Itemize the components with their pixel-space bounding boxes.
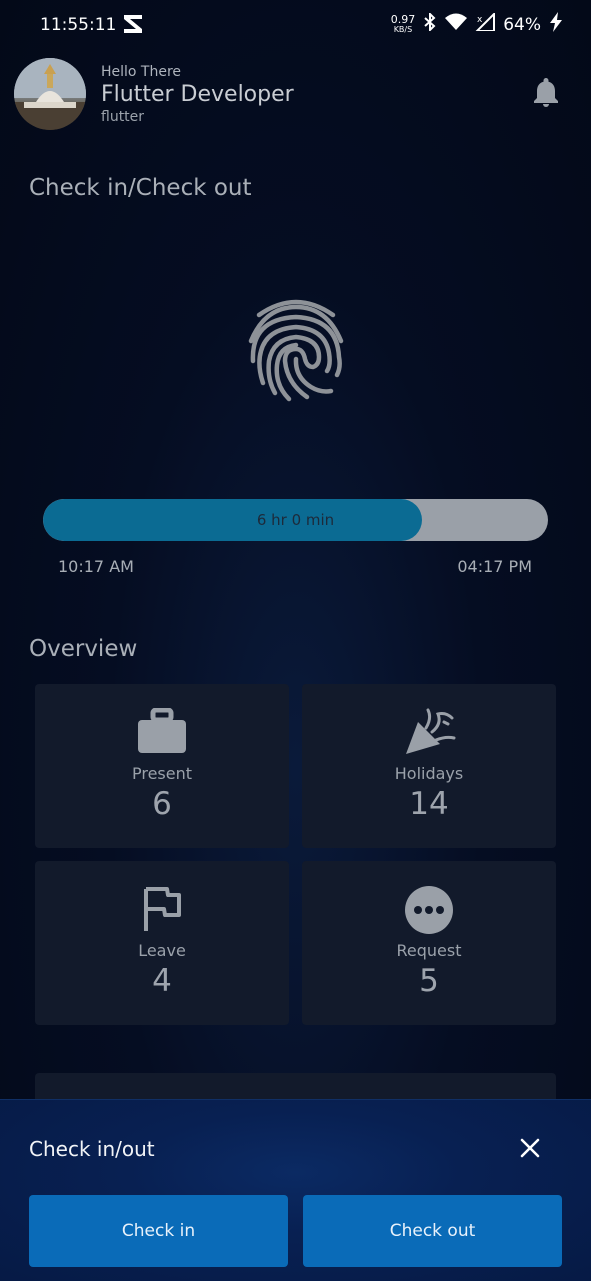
net-speed-unit: KB/S <box>393 24 413 34</box>
net-speed: 0.97 KB/S <box>390 12 416 35</box>
user-name: Flutter Developer <box>101 82 294 107</box>
status-time: 11:55:11 <box>40 15 117 35</box>
work-progress-bar: 6 hr 0 min <box>43 499 548 541</box>
present-label: Present <box>131 764 193 783</box>
bluetooth-icon <box>423 11 437 36</box>
leave-card[interactable]: Leave 4 <box>35 861 289 1025</box>
leave-label: Leave <box>138 941 186 960</box>
bell-icon[interactable] <box>532 76 560 112</box>
notification-app-icon <box>122 13 144 39</box>
status-bar: 11:55:11 0.97 KB/S x 64% <box>0 0 591 52</box>
battery-level: 64% <box>503 14 541 35</box>
close-icon[interactable] <box>519 1137 541 1159</box>
flag-icon <box>35 885 289 935</box>
holidays-value: 14 <box>409 786 449 822</box>
signal-icon: x <box>474 11 496 36</box>
briefcase-icon <box>35 708 289 758</box>
checkin-bottom-sheet: Check in/out Check in Check out <box>0 1099 591 1281</box>
overview-title: Overview <box>29 636 138 662</box>
user-role: flutter <box>101 109 145 125</box>
present-value: 6 <box>152 786 172 822</box>
present-card[interactable]: Present 6 <box>35 684 289 848</box>
party-popper-icon <box>302 708 556 758</box>
charging-icon <box>549 12 563 37</box>
holidays-label: Holidays <box>394 764 464 783</box>
holidays-card[interactable]: Holidays 14 <box>302 684 556 848</box>
svg-text:x: x <box>477 15 483 25</box>
check-out-button[interactable]: Check out <box>303 1195 562 1267</box>
wifi-icon <box>445 13 468 36</box>
check-in-button[interactable]: Check in <box>29 1195 288 1267</box>
end-time: 04:17 PM <box>457 557 532 576</box>
duration-label: 6 hr 0 min <box>256 511 335 529</box>
fingerprint-icon[interactable] <box>245 295 347 411</box>
profile-header: Hello There Flutter Developer flutter <box>14 58 574 130</box>
leave-value: 4 <box>152 963 172 999</box>
sheet-title: Check in/out <box>29 1137 155 1161</box>
request-card[interactable]: Request 5 <box>302 861 556 1025</box>
checkin-section-title: Check in/Check out <box>29 175 252 201</box>
more-horiz-icon <box>302 885 556 935</box>
start-time: 10:17 AM <box>58 557 134 576</box>
net-speed-value: 0.97 <box>390 12 416 26</box>
request-label: Request <box>396 941 462 960</box>
avatar[interactable] <box>14 58 86 130</box>
request-value: 5 <box>419 963 439 999</box>
greeting-text: Hello There <box>101 64 182 80</box>
